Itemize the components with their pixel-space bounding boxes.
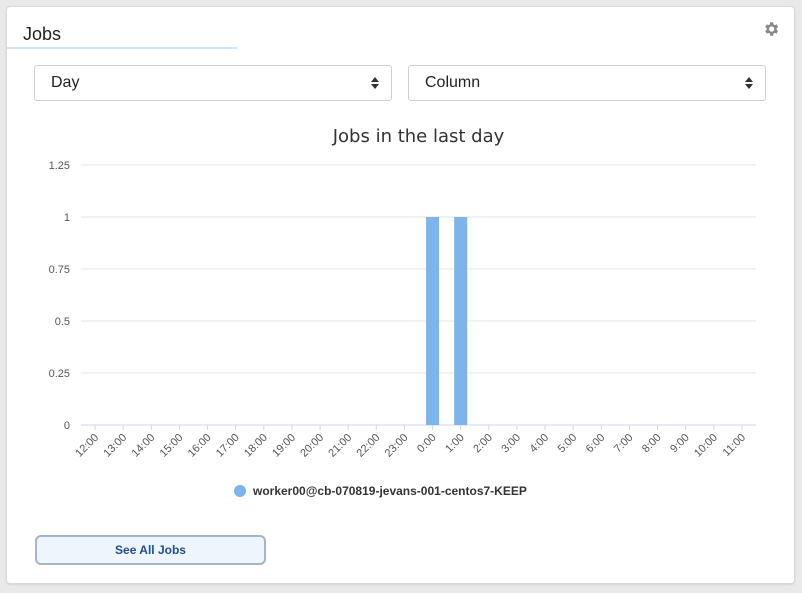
x-tick-label: 19:00 [270,432,298,460]
x-tick-label: 9:00 [668,432,692,456]
jobs-chart: Jobs in the last day 0 0.25 0.5 0.75 1 1.25 12:… [49,126,756,498]
jobs-panel: Jobs Day Column Jobs in the last day 0 0.2… [6,6,795,584]
x-tick-label: 6:00 [584,432,608,456]
x-tick-label: 21:00 [326,432,354,460]
legend-marker[interactable] [234,485,246,497]
x-tick-label: 20:00 [298,432,326,460]
x-tick-label: 22:00 [354,432,382,460]
x-tick-label: 0:00 [415,432,439,456]
x-tick-label: 1:00 [443,432,467,456]
x-tick-label: 4:00 [528,432,552,456]
x-tick-label: 18:00 [242,432,270,460]
x-tick-label: 12:00 [73,432,101,460]
x-tick-label: 14:00 [129,432,157,460]
x-tick-label: 5:00 [556,432,580,456]
x-tick-label: 8:00 [640,432,664,456]
legend-label[interactable]: worker00@cb-070819-jevans-001-centos7-KE… [252,484,527,498]
y-tick-label: 1.25 [49,160,70,172]
y-tick-label: 0 [64,420,70,432]
chart-title: Jobs in the last day [332,126,505,147]
x-tick-label: 23:00 [383,432,411,460]
x-tick-label: 10:00 [692,432,720,460]
x-tick-label: 7:00 [612,432,636,456]
see-all-jobs-button[interactable]: See All Jobs [35,535,266,565]
x-tick-label: 17:00 [214,432,242,460]
bar [426,217,440,425]
x-tick-label: 15:00 [158,432,186,460]
y-tick-label: 0.5 [55,316,70,328]
x-tick-label: 3:00 [499,432,523,456]
y-tick-label: 0.25 [49,368,70,380]
bar [454,217,468,425]
x-tick-label: 11:00 [721,432,748,459]
x-tick-label: 13:00 [101,432,129,460]
x-tick-label: 2:00 [471,432,495,456]
y-tick-label: 1 [64,212,70,224]
y-tick-label: 0.75 [49,264,70,276]
x-tick-label: 16:00 [186,432,214,460]
